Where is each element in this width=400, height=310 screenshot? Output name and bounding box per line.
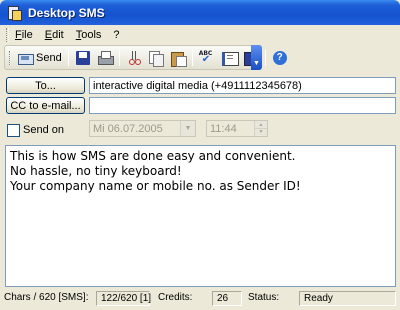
status-bar: Chars / 620 [SMS]: 122/620 [1] Credits: … [0, 289, 400, 310]
menu-tools[interactable]: Tools [70, 29, 108, 41]
message-textarea[interactable]: This is how SMS are done easy and conven… [5, 145, 396, 287]
send-time-value: 11:44 [210, 122, 237, 135]
send-button[interactable]: Send [14, 48, 65, 68]
address-book-icon [221, 50, 239, 66]
cc-email-button[interactable]: CC to e-mail... [6, 97, 85, 114]
send-date-value: Mi 06.07.2005 [93, 122, 163, 135]
to-button[interactable]: To... [6, 77, 85, 94]
send-button-label: Send [36, 51, 62, 64]
paste-button[interactable] [167, 48, 189, 68]
print-button[interactable] [94, 48, 116, 68]
menu-help[interactable]: ? [107, 29, 125, 41]
status-value: Ready [299, 291, 396, 306]
message-line: Your company name or mobile no. as Sende… [10, 179, 301, 193]
toolbar-separator [191, 49, 193, 66]
chevron-down-icon: ▼ [253, 60, 260, 67]
credits-value: 26 [212, 291, 242, 306]
chevron-down-icon: ▼ [184, 125, 192, 132]
spin-up-icon[interactable]: ▲ [255, 121, 267, 128]
cut-button[interactable] [123, 48, 145, 68]
print-icon [97, 50, 114, 66]
toolbar-separator [264, 49, 266, 66]
title-bar[interactable]: Desktop SMS [0, 0, 400, 25]
menu-edit[interactable]: Edit [39, 29, 70, 41]
chars-label: Chars / 620 [SMS]: [4, 292, 89, 303]
toolbar-options-chevron[interactable]: ▼ [251, 45, 262, 70]
copy-icon [148, 50, 164, 67]
cut-icon [126, 50, 142, 66]
message-line: No hassle, no tiny keyboard! [10, 164, 182, 178]
paste-icon [170, 50, 187, 67]
menu-bar: File Edit Tools ? [0, 25, 400, 44]
send-date-picker[interactable]: Mi 06.07.2005 ▼ [89, 120, 196, 137]
save-icon [75, 50, 91, 66]
spin-down-icon[interactable]: ▼ [255, 128, 267, 135]
date-dropdown-button[interactable]: ▼ [180, 121, 195, 136]
toolbar-grip [9, 50, 11, 65]
chars-count: 122/620 [1] [96, 291, 151, 306]
save-button[interactable] [72, 48, 94, 68]
status-label: Status: [248, 292, 280, 303]
send-on-label: Send on [23, 124, 64, 136]
to-field[interactable]: interactive digital media (+491111234567… [89, 77, 396, 94]
spell-check-button[interactable] [196, 48, 218, 68]
send-icon [17, 50, 34, 66]
help-icon [272, 50, 288, 66]
window-title: Desktop SMS [28, 5, 105, 20]
cc-email-field[interactable] [89, 97, 396, 114]
menu-file[interactable]: File [9, 29, 39, 41]
send-on-checkbox[interactable] [7, 124, 20, 137]
credits-label: Credits: [158, 292, 193, 303]
app-icon [6, 5, 22, 21]
toolbar-separator [118, 49, 120, 66]
send-time-field[interactable]: 11:44 ▲ ▼ [206, 120, 268, 137]
address-book-button[interactable] [218, 48, 240, 68]
message-line: This is how SMS are done easy and conven… [10, 149, 296, 163]
copy-button[interactable] [145, 48, 167, 68]
help-button[interactable] [269, 48, 291, 68]
toolbar: Send ▼ [4, 45, 287, 70]
time-spinner[interactable]: ▲ ▼ [254, 121, 267, 136]
spell-check-icon [199, 50, 215, 66]
toolbar-separator [67, 49, 69, 66]
